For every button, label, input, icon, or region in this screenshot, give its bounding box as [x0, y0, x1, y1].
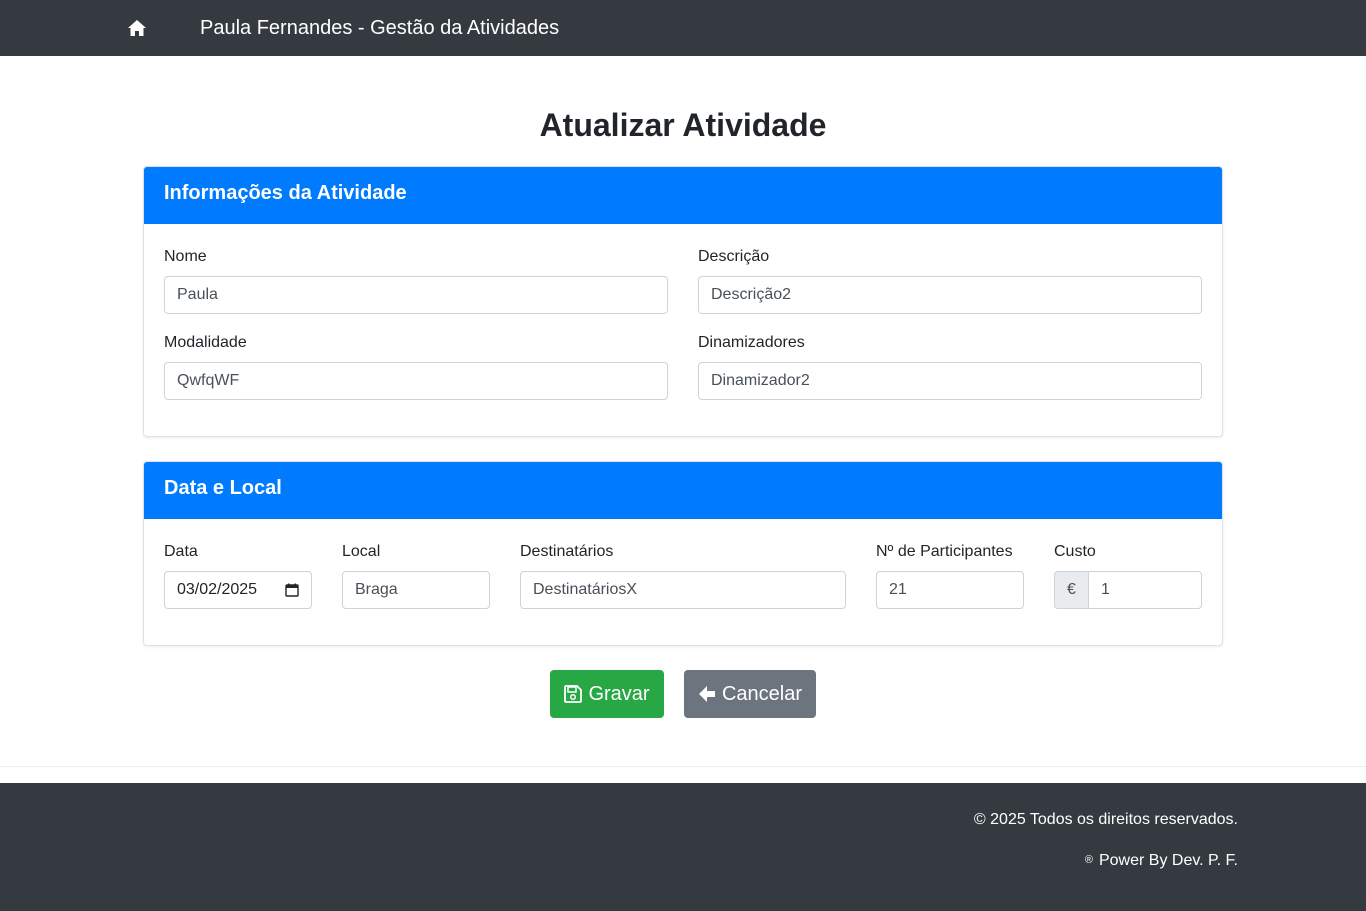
- footer: © 2025 Todos os direitos reservados. ® Po…: [0, 783, 1366, 911]
- navbar-brand[interactable]: Paula Fernandes - Gestão da Atividades: [200, 16, 559, 40]
- save-button-label: Gravar: [588, 682, 650, 705]
- data-label: Data: [164, 543, 198, 560]
- data-input[interactable]: 03/02/2025: [164, 571, 312, 609]
- destinatarios-label: Destinatários: [520, 543, 614, 560]
- euro-addon: €: [1054, 571, 1088, 609]
- local-input[interactable]: Braga: [342, 571, 490, 609]
- dinamizadores-input[interactable]: Dinamizador2: [698, 362, 1202, 400]
- calendar-icon[interactable]: [285, 583, 299, 597]
- page-title: Atualizar Atividade: [539, 107, 827, 143]
- arrow-left-icon: [698, 686, 715, 702]
- navbar: Paula Fernandes - Gestão da Atividades: [0, 0, 1366, 56]
- cancel-button-label: Cancelar: [721, 682, 803, 705]
- cancel-button[interactable]: Cancelar: [684, 670, 816, 718]
- destinatarios-input[interactable]: DestinatáriosX: [520, 571, 846, 609]
- registered-mark: ®: [1084, 854, 1093, 866]
- nome-label: Nome: [164, 248, 207, 265]
- home-icon[interactable]: [127, 19, 147, 37]
- custo-input[interactable]: 1: [1088, 571, 1202, 609]
- nome-input[interactable]: Paula: [164, 276, 668, 314]
- custo-label: Custo: [1054, 543, 1096, 560]
- activity-info-card: Informações da Atividade Nome Paula Desc…: [143, 166, 1223, 437]
- footer-powered-by: ® Power By Dev. P. F.: [1085, 850, 1238, 871]
- custo-input-group: € 1: [1054, 571, 1202, 609]
- descricao-label: Descrição: [698, 248, 770, 265]
- save-icon: [564, 685, 583, 703]
- save-button[interactable]: Gravar: [550, 670, 664, 718]
- local-label: Local: [342, 543, 381, 560]
- participantes-label: Nº de Participantes: [876, 543, 1013, 560]
- modalidade-input[interactable]: QwfqWF: [164, 362, 668, 400]
- data-value: 03/02/2025: [177, 581, 258, 598]
- footer-powered-by-text: Power By Dev. P. F.: [1098, 852, 1238, 869]
- descricao-input[interactable]: Descrição2: [698, 276, 1202, 314]
- activity-info-header: Informações da Atividade: [144, 167, 1222, 224]
- participantes-input[interactable]: 21: [876, 571, 1024, 609]
- footer-copyright: © 2025 Todos os direitos reservados.: [973, 811, 1238, 828]
- date-location-card: Data e Local Data 03/02/2025 Local Braga…: [143, 461, 1223, 646]
- dinamizadores-label: Dinamizadores: [698, 334, 805, 351]
- footer-divider: [0, 766, 1366, 767]
- modalidade-label: Modalidade: [164, 334, 247, 351]
- date-location-header: Data e Local: [144, 462, 1222, 519]
